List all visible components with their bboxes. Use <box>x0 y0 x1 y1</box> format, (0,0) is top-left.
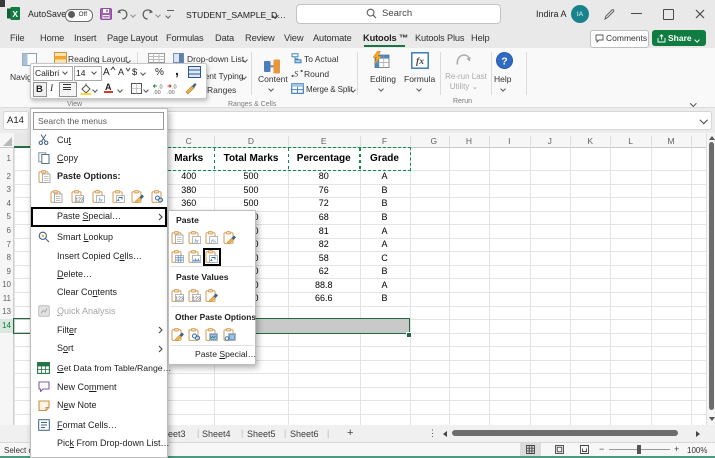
svg-text:fx: fx <box>416 57 424 67</box>
svg-text:f%: f% <box>211 238 216 243</box>
svg-text:.00: .00 <box>153 90 161 95</box>
svg-text:fx: fx <box>195 237 200 244</box>
svg-text:123: 123 <box>175 296 184 302</box>
svg-text:S: S <box>294 69 299 79</box>
svg-text:123: 123 <box>75 197 84 203</box>
svg-text:X: X <box>12 9 18 19</box>
svg-text:?: ? <box>501 55 507 67</box>
svg-text:fx: fx <box>99 196 104 203</box>
svg-text:123: 123 <box>193 296 202 302</box>
svg-text:.00: .00 <box>167 90 175 95</box>
